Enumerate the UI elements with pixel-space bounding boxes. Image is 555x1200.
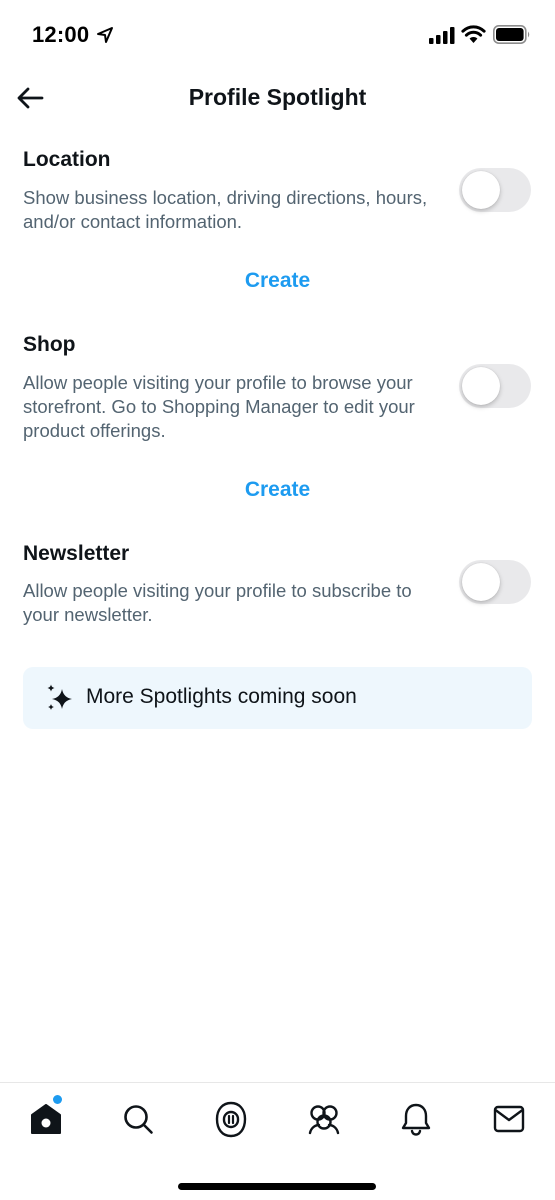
location-title: Location	[23, 148, 111, 171]
location-toggle[interactable]	[459, 168, 531, 212]
shop-section: Shop Allow people visiting your profile …	[23, 333, 533, 473]
shop-description: Allow people visiting your profile to br…	[23, 372, 415, 441]
status-time: 12:00	[32, 22, 90, 47]
shop-create-link[interactable]: Create	[0, 478, 555, 502]
home-notification-dot	[53, 1095, 62, 1104]
tab-search[interactable]	[116, 1097, 160, 1141]
communities-icon	[308, 1105, 340, 1135]
toggle-knob	[462, 563, 500, 601]
notifications-icon	[401, 1103, 431, 1136]
tab-home[interactable]	[24, 1097, 68, 1141]
location-create-link[interactable]: Create	[0, 269, 555, 293]
cellular-signal-icon	[429, 27, 455, 44]
shop-toggle[interactable]	[459, 364, 531, 408]
wifi-icon	[461, 25, 486, 43]
top-app-bar: Profile Spotlight	[0, 72, 555, 128]
messages-icon	[493, 1105, 525, 1133]
tab-notifications[interactable]	[394, 1097, 438, 1141]
newsletter-toggle[interactable]	[459, 560, 531, 604]
shop-title: Shop	[23, 333, 76, 356]
screen: 12:00 Profile Spotlight Location Show bu…	[0, 0, 555, 1200]
coming-soon-banner: More Spotlights coming soon	[23, 667, 532, 729]
tab-messages[interactable]	[487, 1097, 531, 1141]
battery-icon	[493, 25, 530, 44]
location-section: Location Show business location, driving…	[23, 148, 533, 288]
location-description: Show business location, driving directio…	[23, 187, 428, 232]
tab-communities[interactable]	[302, 1097, 346, 1141]
home-icon	[31, 1104, 61, 1134]
newsletter-section: Newsletter Allow people visiting your pr…	[23, 542, 533, 642]
toggle-knob	[462, 171, 500, 209]
newsletter-description: Allow people visiting your profile to su…	[23, 580, 412, 625]
search-icon	[124, 1105, 153, 1134]
tab-spaces[interactable]	[209, 1097, 253, 1141]
location-arrow-icon	[97, 27, 113, 43]
status-bar: 12:00	[0, 0, 555, 70]
toggle-knob	[462, 367, 500, 405]
newsletter-title: Newsletter	[23, 542, 130, 565]
page-title: Profile Spotlight	[188, 84, 367, 110]
spaces-icon	[215, 1101, 247, 1138]
bottom-tab-bar	[0, 1082, 555, 1200]
home-indicator[interactable]	[178, 1183, 376, 1190]
sparkle-icon	[47, 684, 72, 710]
coming-soon-text: More Spotlights coming soon	[86, 685, 357, 708]
